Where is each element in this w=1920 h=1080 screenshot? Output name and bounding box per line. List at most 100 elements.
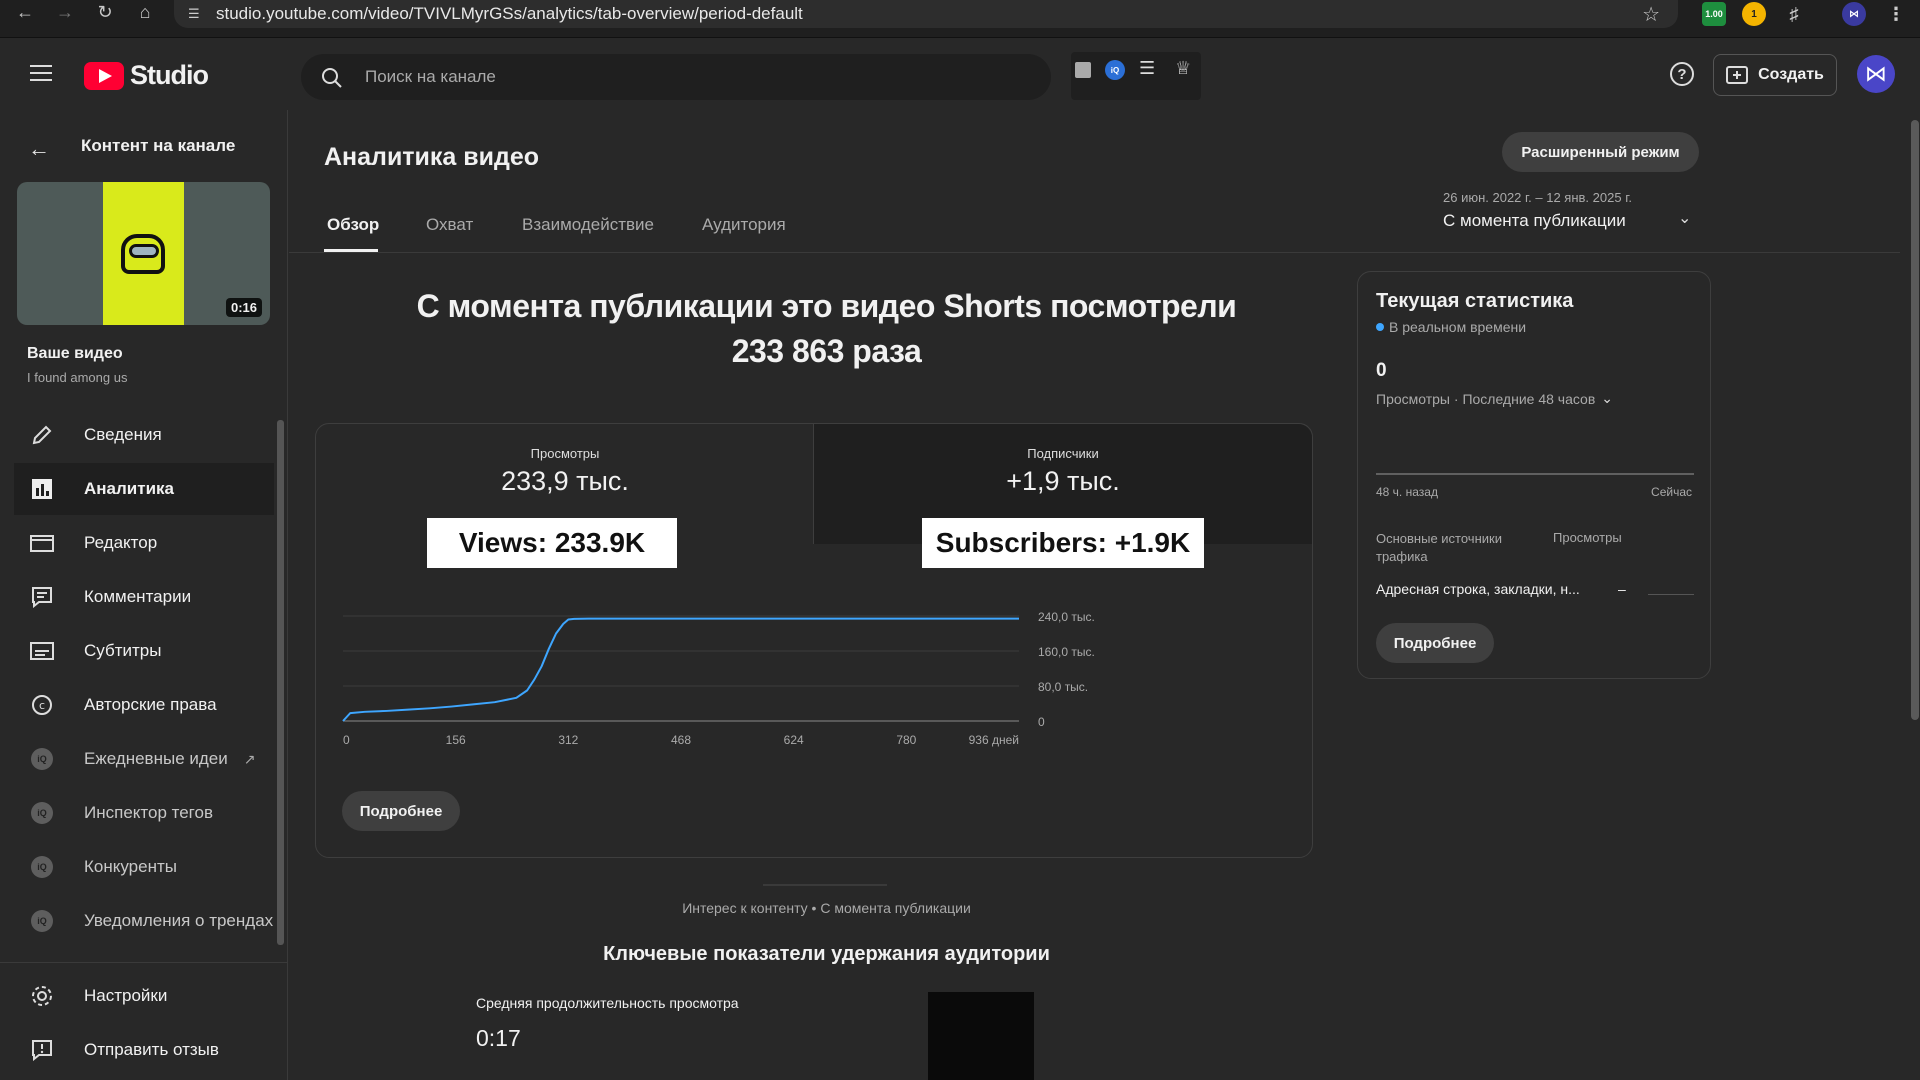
tab-engagement[interactable]: Взаимодействие <box>522 215 654 235</box>
bookmark-star-icon[interactable]: ☆ <box>1642 2 1660 27</box>
forward-icon[interactable]: → <box>50 0 80 24</box>
interest-caption: Интерес к контенту • С момента публикаци… <box>682 900 971 916</box>
address-bar[interactable]: ☰ studio.youtube.com/video/TVIVLMyrGSs/a… <box>174 0 1678 28</box>
studio-logo[interactable]: Studio <box>84 60 209 91</box>
realtime-title: Текущая статистика <box>1376 290 1574 312</box>
avg-view-value: 0:17 <box>476 1025 521 1051</box>
pencil-icon <box>26 419 58 451</box>
sidebar-item-label: Отправить отзыв <box>84 1040 219 1059</box>
realtime-metric-selector[interactable]: Просмотры · Последние 48 часов ⌄ <box>1376 390 1613 407</box>
advanced-mode-button[interactable]: Расширенный режим <box>1502 132 1699 172</box>
avg-view-label: Средняя продолжительность просмотра <box>476 995 739 1011</box>
trophy-icon[interactable]: ♕ <box>1175 58 1191 79</box>
profile-icon[interactable]: ⋈ <box>1842 2 1866 26</box>
vidiq-icon: iQ <box>31 910 53 932</box>
chart-x-tick-label: 0 <box>343 733 350 747</box>
realtime-more-button[interactable]: Подробнее <box>1376 623 1494 663</box>
browser-toolbar: ← → ↻ ⌂ ☰ studio.youtube.com/video/TVIVL… <box>0 0 1920 38</box>
traffic-sources-header: Основные источники трафика <box>1376 531 1502 564</box>
chart-x-tick-label: 312 <box>558 733 578 747</box>
home-icon[interactable]: ⌂ <box>130 0 160 24</box>
external-link-icon: ↗ <box>243 750 256 767</box>
views-overlay-label: Views: 233.9K <box>427 518 677 568</box>
extension-toolbar: iQ ☰ ♕ <box>1071 52 1201 100</box>
vidiq-icon[interactable]: iQ <box>1105 60 1125 80</box>
channel-content-link[interactable]: Контент на канале <box>81 136 235 156</box>
youtube-logo-icon <box>84 61 124 90</box>
tab-overview[interactable]: Обзор <box>327 215 379 235</box>
subscribers-value: +1,9 тыс. <box>1006 466 1120 496</box>
traffic-source-row: Адресная строка, закладки, н... <box>1376 581 1580 597</box>
search-bar[interactable]: Поиск на канале <box>301 54 1051 100</box>
sidebar-item-trend-alerts[interactable]: iQ Уведомления о трендах <box>14 895 274 947</box>
browser-menu-icon[interactable]: ⋮ <box>1884 2 1908 26</box>
main-scrollbar[interactable] <box>1911 120 1919 720</box>
vidiq-icon: iQ <box>31 856 53 878</box>
overview-card: Просмотры 233,9 тыс. Подписчики +1,9 тыс… <box>315 423 1313 858</box>
extension-badge[interactable]: 1.00 <box>1702 2 1726 26</box>
sidebar: ← Контент на канале 0:16 Ваше видео I fo… <box>0 110 288 1080</box>
video-thumbnail[interactable]: 0:16 <box>17 182 270 325</box>
period-label: С момента публикации <box>1443 211 1626 230</box>
extension-icon[interactable]: 1 <box>1742 2 1766 26</box>
more-button[interactable]: Подробнее <box>342 791 460 831</box>
search-icon <box>322 68 342 88</box>
sidebar-scrollbar[interactable] <box>277 420 284 945</box>
sidebar-item-copyright[interactable]: c Авторские права <box>14 679 274 731</box>
realtime-metric-label: Просмотры · Последние 48 часов <box>1376 390 1596 407</box>
subscribers-label: Подписчики <box>1027 446 1099 461</box>
sidebar-divider <box>0 962 288 963</box>
gear-icon <box>26 980 58 1012</box>
extensions-puzzle-icon[interactable]: ♯ <box>1782 2 1806 26</box>
tab-reach[interactable]: Охват <box>426 215 473 235</box>
sidebar-item-subtitles[interactable]: Субтитры <box>14 625 274 677</box>
realtime-axis-left: 48 ч. назад <box>1376 485 1438 499</box>
vidiq-icon: iQ <box>31 802 53 824</box>
chart-x-tick-label: 624 <box>784 733 804 747</box>
search-input[interactable]: Поиск на канале <box>365 67 496 87</box>
back-arrow-icon[interactable]: ← <box>28 136 50 162</box>
sidebar-item-editor[interactable]: Редактор <box>14 517 274 569</box>
traffic-views-header: Просмотры <box>1553 530 1622 545</box>
create-button[interactable]: Создать <box>1713 54 1837 96</box>
chart-x-tick-label: 156 <box>446 733 466 747</box>
sidebar-item-label: Комментарии <box>84 587 192 606</box>
vidiq-icon: iQ <box>31 748 53 770</box>
chart-y-tick-label: 80,0 тыс. <box>1038 680 1088 694</box>
period-selector[interactable]: 26 июн. 2022 г. – 12 янв. 2025 г. С моме… <box>1443 190 1703 246</box>
create-video-icon <box>1726 66 1749 84</box>
sidebar-item-label: Уведомления о трендах <box>84 911 274 930</box>
list-icon[interactable]: ☰ <box>1139 58 1155 79</box>
help-icon[interactable]: ? <box>1670 62 1694 86</box>
traffic-bar-track <box>1648 594 1694 595</box>
channel-avatar[interactable]: ⋈ <box>1857 55 1895 93</box>
sidebar-item-comments[interactable]: Комментарии <box>14 571 274 623</box>
sidebar-item-settings[interactable]: Настройки <box>14 970 274 1022</box>
chart-series-line <box>342 617 1019 722</box>
sidebar-item-analytics[interactable]: Аналитика <box>14 463 274 515</box>
sidebar-item-label: Сведения <box>84 425 162 444</box>
tabs-divider <box>289 252 1900 253</box>
sidebar-item-details[interactable]: Сведения <box>14 409 274 461</box>
tab-audience[interactable]: Аудитория <box>702 215 786 235</box>
feedback-icon <box>26 1034 58 1066</box>
chart-y-tick-label: 0 <box>1038 715 1045 729</box>
url-text[interactable]: studio.youtube.com/video/TVIVLMyrGSs/ana… <box>216 4 803 24</box>
sidebar-item-tag-inspector[interactable]: iQ Инспектор тегов <box>14 787 274 839</box>
reload-icon[interactable]: ↻ <box>90 0 120 24</box>
your-video-heading: Ваше видео <box>27 345 123 362</box>
visor-shape <box>129 244 159 258</box>
sidebar-item-daily-ideas[interactable]: iQ Ежедневные идеи ↗ <box>14 733 274 785</box>
sidebar-item-label: Аналитика <box>84 479 174 498</box>
site-settings-icon[interactable]: ☰ <box>188 6 204 21</box>
back-icon[interactable]: ← <box>10 0 40 24</box>
stats-icon[interactable] <box>1075 62 1091 78</box>
hamburger-menu-icon[interactable] <box>30 64 54 82</box>
video-title: I found among us <box>27 370 128 385</box>
sidebar-item-label: Редактор <box>84 533 158 552</box>
sidebar-item-feedback[interactable]: Отправить отзыв <box>14 1024 274 1076</box>
headline-line1: С момента публикации это видео Shorts по… <box>416 288 1237 324</box>
headline: С момента публикации это видео Shorts по… <box>314 288 1339 370</box>
sidebar-item-label: Авторские права <box>84 695 217 714</box>
sidebar-item-competitors[interactable]: iQ Конкуренты <box>14 841 274 893</box>
